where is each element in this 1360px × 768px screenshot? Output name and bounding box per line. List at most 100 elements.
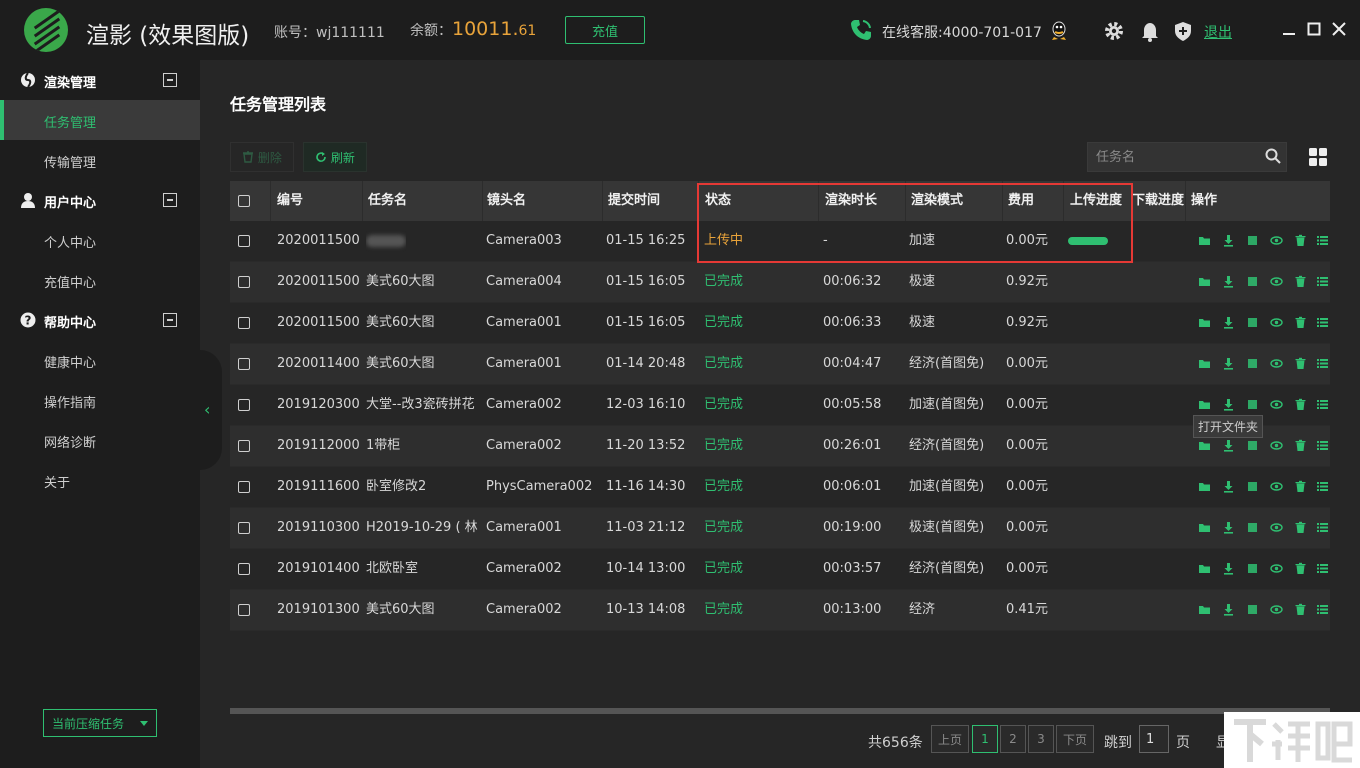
table-row[interactable]: 2020011500 美式60大图 Camera004 01-15 16:05 已完成 0… (230, 262, 1330, 303)
stop-icon[interactable] (1246, 521, 1259, 534)
trash-icon[interactable] (1294, 480, 1307, 493)
table-row[interactable]: 2020011500 美式60大图 Camera001 01-15 16:05 已完成 0… (230, 303, 1330, 344)
search-input[interactable] (1087, 142, 1287, 172)
download-icon[interactable] (1222, 234, 1235, 247)
sidebar-item-guide[interactable]: 操作指南 (0, 380, 200, 420)
folder-icon[interactable] (1198, 603, 1211, 616)
folder-icon[interactable] (1198, 234, 1211, 247)
download-icon[interactable] (1222, 398, 1235, 411)
download-icon[interactable] (1222, 562, 1235, 575)
list-icon[interactable] (1316, 398, 1329, 411)
sidebar-section-user[interactable]: 用户中心 (0, 180, 200, 220)
download-icon[interactable] (1222, 521, 1235, 534)
sidebar-section-render[interactable]: 渲染管理 (0, 60, 200, 100)
row-checkbox[interactable] (238, 604, 250, 616)
trash-icon[interactable] (1294, 398, 1307, 411)
folder-icon[interactable] (1198, 480, 1211, 493)
sidebar-item-transfer[interactable]: 传输管理 (0, 140, 200, 180)
eye-icon[interactable] (1270, 275, 1283, 288)
stop-icon[interactable] (1246, 439, 1259, 452)
stop-icon[interactable] (1246, 603, 1259, 616)
stop-icon[interactable] (1246, 398, 1259, 411)
hotline-text[interactable]: 在线客服:4000-701-017 (882, 22, 1042, 42)
search-icon[interactable] (1265, 148, 1281, 164)
eye-icon[interactable] (1270, 480, 1283, 493)
refresh-button[interactable]: 刷新 (303, 142, 367, 172)
folder-icon[interactable] (1198, 275, 1211, 288)
download-icon[interactable] (1222, 275, 1235, 288)
row-checkbox[interactable] (238, 440, 250, 452)
eye-icon[interactable] (1270, 398, 1283, 411)
sidebar-item-about[interactable]: 关于 (0, 460, 200, 500)
row-checkbox[interactable] (238, 317, 250, 329)
next-page-button[interactable]: 下页 (1056, 725, 1094, 753)
trash-icon[interactable] (1294, 275, 1307, 288)
table-row[interactable]: 2019101300 美式60大图 Camera002 10-13 14:08 已完成 0… (230, 590, 1330, 631)
table-row[interactable]: 2019120300 大堂--改3瓷砖拼花 Camera002 12-03 16:10… (230, 385, 1330, 426)
select-all-checkbox[interactable] (238, 195, 250, 207)
list-icon[interactable] (1316, 234, 1329, 247)
list-icon[interactable] (1316, 275, 1329, 288)
folder-icon[interactable] (1198, 357, 1211, 370)
prev-page-button[interactable]: 上页 (931, 725, 969, 753)
trash-icon[interactable] (1294, 603, 1307, 616)
download-icon[interactable] (1222, 439, 1235, 452)
sidebar-collapse-handle[interactable]: ‹ (200, 350, 222, 470)
table-row[interactable]: 2019111600 卧室修改2 PhysCamera002 11-16 14:30 已… (230, 467, 1330, 508)
bell-icon[interactable] (1139, 20, 1161, 42)
sidebar-item-profile[interactable]: 个人中心 (0, 220, 200, 260)
stop-icon[interactable] (1246, 357, 1259, 370)
col-submit-time[interactable]: 提交时间 (608, 181, 660, 221)
trash-icon[interactable] (1294, 439, 1307, 452)
trash-icon[interactable] (1294, 521, 1307, 534)
minimize-icon[interactable] (1282, 22, 1296, 36)
sidebar-section-help[interactable]: ? 帮助中心 (0, 300, 200, 340)
page-1-button[interactable]: 1 (972, 725, 998, 753)
collapse-toggle-icon[interactable] (163, 313, 177, 327)
sidebar-item-health[interactable]: 健康中心 (0, 340, 200, 380)
delete-button[interactable]: 删除 (230, 142, 294, 172)
trash-icon[interactable] (1294, 562, 1307, 575)
horizontal-scrollbar[interactable] (230, 708, 1330, 714)
download-icon[interactable] (1222, 357, 1235, 370)
row-checkbox[interactable] (238, 563, 250, 575)
download-icon[interactable] (1222, 480, 1235, 493)
eye-icon[interactable] (1270, 439, 1283, 452)
table-row[interactable]: 2019110300 H2019-10-29 ( 林 Camera001 11-03 … (230, 508, 1330, 549)
table-row[interactable]: 2019112000 1带柜 Camera002 11-20 13:52 已完成 00:2… (230, 426, 1330, 467)
jump-page-input[interactable] (1139, 725, 1169, 753)
list-icon[interactable] (1316, 480, 1329, 493)
table-row[interactable]: 2019101400 北欧卧室 Camera002 10-14 13:00 已完成 00:… (230, 549, 1330, 590)
sidebar-item-recharge[interactable]: 充值中心 (0, 260, 200, 300)
row-checkbox[interactable] (238, 276, 250, 288)
row-checkbox[interactable] (238, 235, 250, 247)
recharge-button[interactable]: 充值 (565, 16, 645, 44)
trash-icon[interactable] (1294, 316, 1307, 329)
list-icon[interactable] (1316, 357, 1329, 370)
col-camera[interactable]: 镜头名 (487, 181, 526, 221)
stop-icon[interactable] (1246, 480, 1259, 493)
folder-icon[interactable] (1198, 316, 1211, 329)
collapse-toggle-icon[interactable] (163, 73, 177, 87)
col-download-progress[interactable]: 下载进度 (1132, 181, 1184, 221)
list-icon[interactable] (1316, 603, 1329, 616)
eye-icon[interactable] (1270, 316, 1283, 329)
stop-icon[interactable] (1246, 562, 1259, 575)
qq-icon[interactable] (1050, 21, 1068, 41)
folder-icon[interactable] (1198, 562, 1211, 575)
eye-icon[interactable] (1270, 234, 1283, 247)
row-checkbox[interactable] (238, 481, 250, 493)
page-2-button[interactable]: 2 (1000, 725, 1026, 753)
sidebar-item-network[interactable]: 网络诊断 (0, 420, 200, 460)
shield-icon[interactable] (1172, 20, 1194, 42)
row-checkbox[interactable] (238, 358, 250, 370)
folder-icon[interactable] (1198, 521, 1211, 534)
col-task-name[interactable]: 任务名 (368, 181, 407, 221)
row-checkbox[interactable] (238, 522, 250, 534)
collapse-toggle-icon[interactable] (163, 193, 177, 207)
row-checkbox[interactable] (238, 399, 250, 411)
download-icon[interactable] (1222, 316, 1235, 329)
eye-icon[interactable] (1270, 603, 1283, 616)
maximize-icon[interactable] (1307, 22, 1321, 36)
sidebar-item-task-management[interactable]: 任务管理 (0, 100, 200, 140)
